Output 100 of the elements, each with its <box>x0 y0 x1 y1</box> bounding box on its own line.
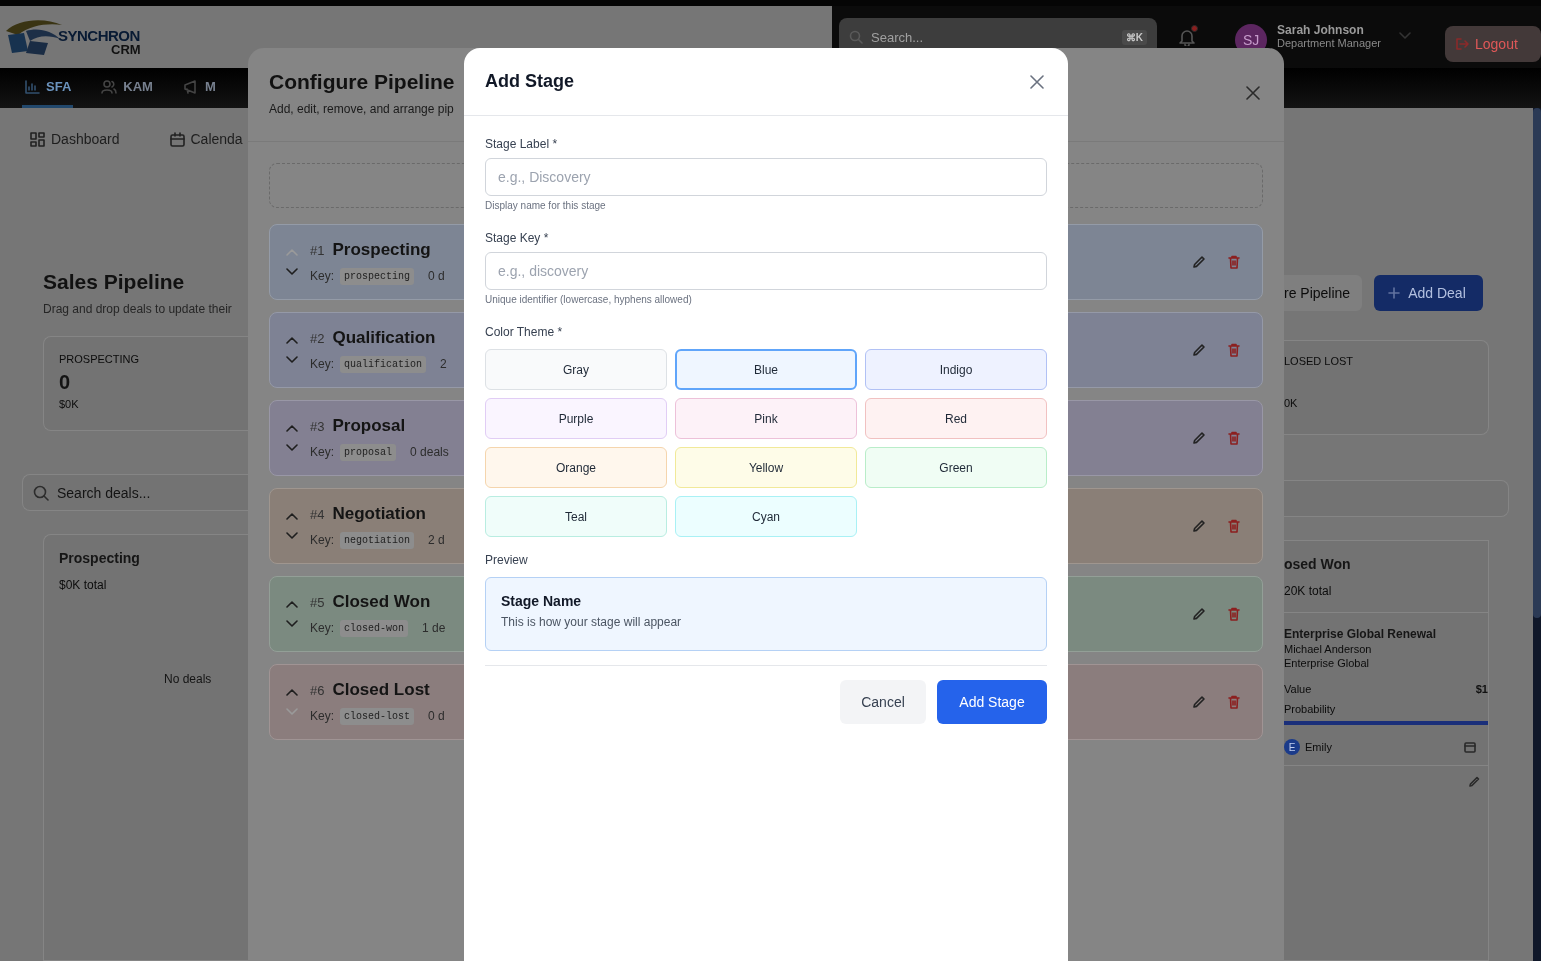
stage-number: #1 <box>310 242 325 258</box>
plus-icon <box>1388 287 1401 299</box>
pencil-icon[interactable] <box>1192 343 1206 357</box>
pencil-icon[interactable] <box>1192 255 1206 269</box>
input-field[interactable]: e.g., discovery <box>485 252 1047 290</box>
column-title: osed Won <box>1284 556 1352 572</box>
trash-icon[interactable] <box>1228 519 1240 533</box>
chevron-down-icon[interactable] <box>286 268 298 276</box>
input-field[interactable]: e.g., Discovery <box>485 158 1047 196</box>
module-tab[interactable]: M <box>180 68 218 108</box>
color-option[interactable]: Blue <box>675 349 857 390</box>
chevron-up-icon[interactable] <box>286 336 298 344</box>
owner-avatar: E <box>1284 739 1300 755</box>
stage-number: #6 <box>310 682 325 698</box>
dialog-title: Configure Pipeline <box>269 70 455 94</box>
shortcut-key: ⌘K <box>1121 29 1148 45</box>
color-option[interactable]: Purple <box>485 398 667 439</box>
key-label: Key: <box>310 709 334 723</box>
stage-name: Qualification <box>332 327 436 348</box>
pencil-icon[interactable] <box>1192 431 1206 445</box>
color-option[interactable]: Gray <box>485 349 667 390</box>
trash-icon[interactable] <box>1228 607 1240 621</box>
chevron-down-icon[interactable] <box>286 356 298 364</box>
stage-number: #4 <box>310 506 325 522</box>
user-name: Sarah Johnson <box>1277 23 1365 37</box>
pencil-icon[interactable] <box>1192 695 1206 709</box>
trash-icon[interactable] <box>1228 255 1240 269</box>
add-stage-button[interactable]: Add Stage <box>937 680 1047 724</box>
stage-name: Closed Won <box>332 591 431 612</box>
chart-icon <box>24 78 40 95</box>
people-icon <box>101 78 118 95</box>
color-option[interactable]: Teal <box>485 496 667 537</box>
color-option[interactable]: Pink <box>675 398 857 439</box>
chevron-up-icon[interactable] <box>286 512 298 520</box>
chevron-down-icon[interactable] <box>286 444 298 452</box>
page-subtitle: Drag and drop deals to update their <box>43 302 233 316</box>
stage-key: closed-lost <box>340 707 415 725</box>
stage-key: negotiation <box>340 531 415 549</box>
pencil-icon[interactable] <box>1192 519 1206 533</box>
column-total: 20K total <box>1284 584 1333 598</box>
logo-subtext: CRM <box>111 42 141 57</box>
page-title: Sales Pipeline <box>43 270 186 294</box>
deal-count: 0 d <box>428 709 445 723</box>
trash-icon[interactable] <box>1228 343 1240 357</box>
pencil-icon[interactable] <box>1468 776 1480 788</box>
add-deal-button[interactable]: Add Deal <box>1374 275 1484 311</box>
chevron-up-icon[interactable] <box>286 600 298 608</box>
user-role: Department Manager <box>1277 37 1381 49</box>
color-option[interactable]: Yellow <box>675 447 857 488</box>
chevron-up-icon[interactable] <box>286 424 298 432</box>
key-label: Key: <box>310 621 334 635</box>
logout-icon <box>1455 37 1469 51</box>
preview-title: Stage Name <box>501 593 583 609</box>
bell-icon[interactable] <box>1179 28 1196 46</box>
stage-key: closed-won <box>340 619 409 637</box>
stat-value: $0K <box>59 398 80 410</box>
nav-link[interactable]: Calenda <box>169 128 243 150</box>
field-label: Preview <box>485 553 529 567</box>
color-option[interactable]: Orange <box>485 447 667 488</box>
chevron-down-icon[interactable] <box>286 532 298 540</box>
dialog-title: Add Stage <box>485 71 574 92</box>
search-field[interactable]: Search deals... <box>22 474 248 511</box>
color-option[interactable]: Indigo <box>865 349 1047 390</box>
stage-name: Negotiation <box>332 503 426 524</box>
trash-icon[interactable] <box>1228 695 1240 709</box>
calendar-icon <box>169 131 185 147</box>
stage-key: proposal <box>340 443 397 461</box>
field-label: Color Theme * <box>485 325 564 339</box>
color-option[interactable]: Cyan <box>675 496 857 537</box>
cancel-button[interactable]: Cancel <box>840 680 926 724</box>
color-option[interactable]: Green <box>865 447 1047 488</box>
key-label: Key: <box>310 445 334 459</box>
stage-key: qualification <box>340 355 427 373</box>
color-option[interactable]: Red <box>865 398 1047 439</box>
deal-count: 0 deals <box>410 445 449 459</box>
help-text: Unique identifier (lowercase, hyphens allowed) <box>485 294 693 305</box>
close-icon[interactable] <box>1246 86 1260 100</box>
search-icon <box>849 30 864 44</box>
owner-name: Emily <box>1305 741 1332 753</box>
probability-label: Probability <box>1284 703 1336 715</box>
stat-label: LOSED LOST <box>1284 355 1355 367</box>
close-icon[interactable] <box>1030 74 1044 89</box>
pencil-icon[interactable] <box>1192 607 1206 621</box>
chevron-up-icon[interactable] <box>286 688 298 696</box>
trash-icon[interactable] <box>1228 431 1240 445</box>
stage-name: Proposal <box>332 415 406 436</box>
deal-contact: Michael Anderson <box>1284 643 1373 655</box>
search-placeholder: Search deals... <box>57 484 151 501</box>
nav-link[interactable]: Dashboard <box>30 128 120 150</box>
scrollbar[interactable] <box>1533 108 1541 961</box>
stage-number: #2 <box>310 330 325 346</box>
module-tab[interactable]: KAM <box>99 68 155 108</box>
chevron-down-icon[interactable] <box>286 620 298 628</box>
column-total: $0K total <box>59 578 108 592</box>
stage-name: Prospecting <box>332 239 431 260</box>
megaphone-icon <box>182 78 199 95</box>
search-placeholder: Search... <box>871 29 924 45</box>
stage-number: #5 <box>310 594 325 610</box>
configure-pipeline-button[interactable]: re Pipeline <box>1284 275 1363 311</box>
deal-count: 0 d <box>428 269 445 283</box>
